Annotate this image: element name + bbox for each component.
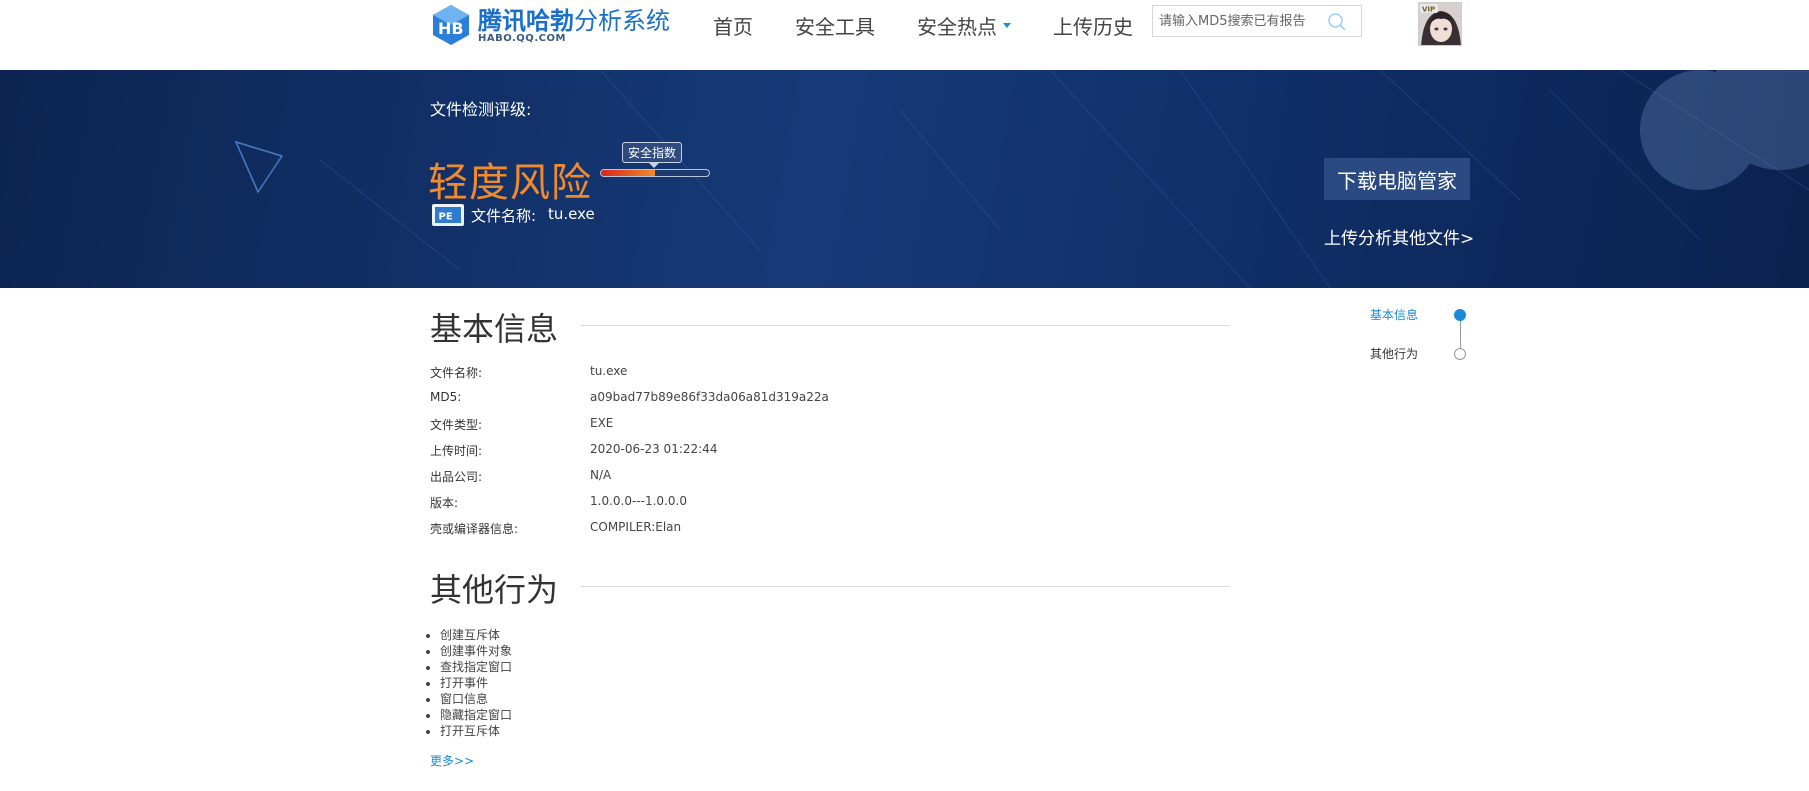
list-item: 隐藏指定窗口 [440, 707, 512, 723]
list-item: 查找指定窗口 [440, 659, 512, 675]
info-value: 1.0.0.0---1.0.0.0 [590, 494, 687, 508]
side-index-dot[interactable] [1454, 348, 1466, 360]
info-value: EXE [590, 416, 614, 430]
side-index-dot-active[interactable] [1454, 309, 1466, 321]
nav-home[interactable]: 首页 [713, 10, 753, 40]
info-key: 文件类型: [430, 418, 483, 432]
info-key: 文件名称: [430, 366, 483, 380]
side-index-basic-info[interactable]: 基本信息 [1370, 306, 1418, 323]
file-name-label: 文件名称: [471, 207, 537, 225]
other-behavior-header: 其他行为 [430, 565, 558, 611]
file-name-value: tu.exe [548, 205, 595, 223]
section-title-basic-info: 基本信息 [430, 310, 559, 348]
main-nav: 首页 安全工具 安全热点 上传历史 [713, 10, 1175, 40]
rating-label: 文件检测评级: [430, 100, 532, 119]
download-pc-manager-button[interactable]: 下载电脑管家 [1324, 158, 1470, 200]
result-banner: 文件检测评级: 轻度风险 安全指数 PE 文件名称: tu.exe 下载电脑管家… [0, 70, 1809, 288]
section-divider [580, 586, 1230, 587]
list-item: 打开互斥体 [440, 723, 512, 739]
list-item: 创建互斥体 [440, 627, 512, 643]
basic-info-header: 基本信息 [430, 304, 558, 350]
logo-subtitle: 分析系统 [574, 6, 670, 35]
list-item: 窗口信息 [440, 691, 512, 707]
upload-other-files-link[interactable]: 上传分析其他文件> [1324, 224, 1474, 249]
info-value: tu.exe [590, 364, 628, 378]
info-key: MD5: [430, 390, 462, 404]
info-value: COMPILER:Elan [590, 520, 682, 534]
search-icon[interactable] [1327, 12, 1347, 32]
banner-background-decoration [234, 70, 1809, 288]
nav-upload-history[interactable]: 上传历史 [1053, 10, 1133, 40]
vip-badge: VIP [1422, 6, 1435, 14]
nav-security-tools[interactable]: 安全工具 [795, 10, 875, 40]
habo-logo-icon: HB [433, 5, 469, 45]
safety-index-label: 安全指数 [622, 142, 683, 168]
nav-security-hotspots[interactable]: 安全热点 [917, 10, 1011, 40]
side-index-connector [1460, 320, 1461, 348]
risk-level: 轻度风险 [428, 160, 592, 206]
pe-file-icon: PE [432, 204, 464, 226]
chevron-down-icon [1003, 22, 1011, 28]
safety-index-bar [600, 169, 710, 177]
info-value: a09bad77b89e86f33da06a81d319a22a [590, 390, 829, 404]
search-box [1152, 5, 1362, 37]
section-divider [580, 325, 1230, 326]
info-value: N/A [590, 468, 612, 482]
section-title-other-behavior: 其他行为 [430, 571, 559, 609]
avatar-image: VIP [1419, 3, 1461, 45]
list-item: 创建事件对象 [440, 643, 512, 659]
safety-index-fill [601, 170, 655, 176]
logo-domain: HABO.QQ.COM [478, 32, 566, 44]
logo-brand: 腾讯哈勃 [478, 6, 574, 35]
svg-text:HB: HB [438, 19, 464, 38]
info-key: 上传时间: [430, 444, 483, 458]
info-key: 出品公司: [430, 470, 483, 484]
avatar[interactable]: VIP [1418, 2, 1462, 46]
logo[interactable]: HB 腾讯哈勃分析系统 HABO.QQ.COM [430, 0, 670, 50]
behavior-list: 创建互斥体 创建事件对象 查找指定窗口 打开事件 窗口信息 隐藏指定窗口 打开互… [440, 627, 512, 739]
top-header: HB 腾讯哈勃分析系统 HABO.QQ.COM 首页 安全工具 安全热点 上传历… [0, 0, 1809, 70]
list-item: 打开事件 [440, 675, 512, 691]
search-input[interactable] [1153, 6, 1323, 36]
info-key: 版本: [430, 496, 459, 510]
more-behaviors-link[interactable]: 更多>> [430, 752, 474, 769]
side-index-other-behavior[interactable]: 其他行为 [1370, 345, 1418, 362]
svg-text:PE: PE [439, 212, 453, 223]
info-value: 2020-06-23 01:22:44 [590, 442, 718, 456]
info-key: 壳或编译器信息: [430, 522, 519, 536]
